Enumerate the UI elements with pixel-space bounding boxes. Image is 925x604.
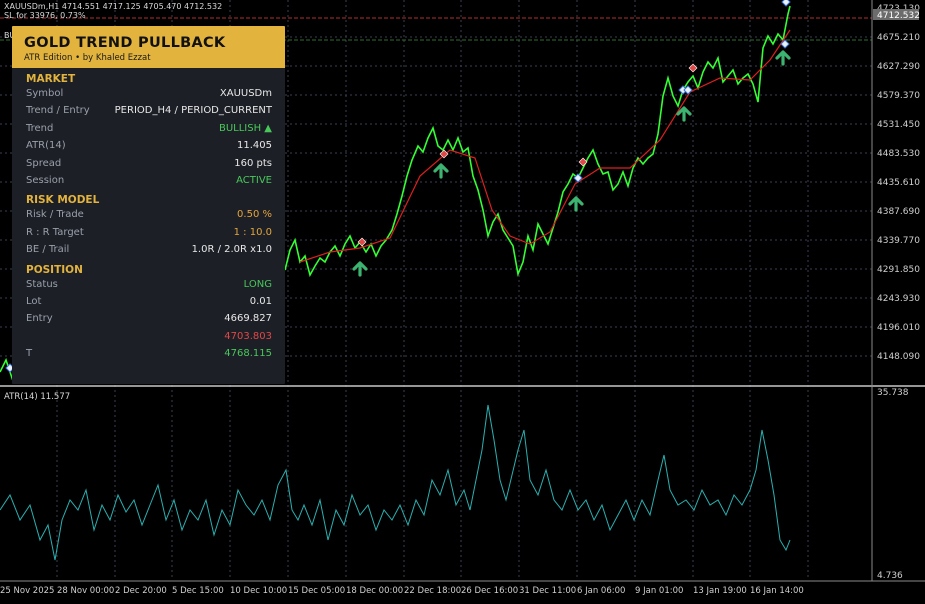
price-tick: 4531.450 bbox=[877, 120, 920, 130]
market-row: ATR(14) 11.405 bbox=[12, 137, 285, 154]
row-value: 160 pts bbox=[234, 157, 272, 169]
market-row: Trend / Entry PERIOD_H4 / PERIOD_CURRENT bbox=[12, 102, 285, 119]
risk-section-header: RISK MODEL bbox=[26, 194, 100, 207]
time-tick: 13 Jan 19:00 bbox=[693, 586, 747, 596]
time-tick: 25 Nov 2025 bbox=[0, 586, 54, 596]
position-status: LONG bbox=[243, 278, 272, 290]
time-tick: 10 Dec 10:00 bbox=[230, 586, 287, 596]
row-label: Status bbox=[26, 278, 58, 290]
time-tick: 5 Dec 15:00 bbox=[172, 586, 224, 596]
time-tick: 9 Jan 01:00 bbox=[635, 586, 683, 596]
risk-row: Risk / Trade 0.50 % bbox=[12, 206, 285, 223]
row-value: 11.405 bbox=[237, 140, 272, 152]
price-tick: 4675.210 bbox=[877, 33, 920, 43]
row-label: Lot bbox=[26, 295, 42, 307]
panel-header: GOLD TREND PULLBACK ATR Edition • by Kha… bbox=[12, 26, 285, 68]
row-label: Spread bbox=[26, 157, 62, 169]
position-row: 4703.803 bbox=[12, 328, 285, 345]
price-tick: 4435.610 bbox=[877, 178, 920, 188]
symbol-ohlc: XAUUSDm,H1 4714.551 4717.125 4705.470 47… bbox=[4, 2, 223, 11]
market-section-header: MARKET bbox=[26, 73, 76, 85]
time-axis: 25 Nov 2025 28 Nov 00:00 2 Dec 20:00 5 D… bbox=[0, 586, 804, 596]
stop-loss-value: 4703.803 bbox=[224, 330, 272, 342]
row-label: BE / Trail bbox=[26, 244, 70, 256]
indicator-axis-max: 35.738 bbox=[877, 388, 909, 398]
ea-info-panel[interactable]: GOLD TREND PULLBACK ATR Edition • by Kha… bbox=[12, 26, 285, 384]
position-row: Lot 0.01 bbox=[12, 293, 285, 310]
panel-title: GOLD TREND PULLBACK bbox=[24, 35, 226, 51]
indicator-title: ATR(14) 11.577 bbox=[4, 392, 70, 402]
take-profit-value: 4768.115 bbox=[224, 348, 272, 360]
time-tick: 26 Dec 16:00 bbox=[461, 586, 518, 596]
time-tick: 31 Dec 11:00 bbox=[519, 586, 576, 596]
row-label: ATR(14) bbox=[26, 140, 66, 152]
time-tick: 16 Jan 14:00 bbox=[750, 586, 804, 596]
price-tick: 4243.930 bbox=[877, 294, 920, 304]
session-status: ACTIVE bbox=[236, 174, 272, 186]
price-tick: 4627.290 bbox=[877, 62, 920, 72]
row-label: Risk / Trade bbox=[26, 209, 84, 221]
price-tick: 4387.690 bbox=[877, 207, 920, 217]
row-label: Trend / Entry bbox=[26, 105, 90, 117]
row-value: 1.0R / 2.0R x1.0 bbox=[191, 244, 272, 256]
market-row: Session ACTIVE bbox=[12, 172, 285, 189]
time-tick: 15 Dec 05:00 bbox=[288, 586, 345, 596]
market-row: Trend BULLISH ▲ bbox=[12, 120, 285, 137]
row-label: Symbol bbox=[26, 88, 64, 99]
time-tick: 2 Dec 20:00 bbox=[115, 586, 167, 596]
risk-row: R : R Target 1 : 10.0 bbox=[12, 224, 285, 241]
row-label: T bbox=[26, 348, 33, 360]
symbol-info: XAUUSDm,H1 4714.551 4717.125 4705.470 47… bbox=[4, 2, 222, 20]
position-row: Status LONG bbox=[12, 276, 285, 293]
current-price-label: 4712.532 bbox=[877, 11, 920, 21]
row-value: 1 : 10.0 bbox=[233, 226, 272, 238]
row-label: Entry bbox=[26, 313, 53, 325]
sl-info: SL for 33976, 0.73% bbox=[4, 11, 86, 20]
row-value: 0.50 % bbox=[237, 209, 272, 221]
time-tick: 28 Nov 00:00 bbox=[57, 586, 114, 596]
price-tick: 4196.010 bbox=[877, 323, 920, 333]
row-label: R : R Target bbox=[26, 226, 84, 238]
row-label: Session bbox=[26, 174, 65, 186]
row-value: 0.01 bbox=[249, 295, 272, 307]
risk-row: BE / Trail 1.0R / 2.0R x1.0 bbox=[12, 241, 285, 258]
time-tick: 18 Dec 00:00 bbox=[346, 586, 403, 596]
trend-status: BULLISH ▲ bbox=[218, 122, 272, 134]
time-tick: 6 Jan 06:00 bbox=[577, 586, 625, 596]
price-tick: 4483.530 bbox=[877, 149, 920, 159]
price-tick: 4291.850 bbox=[877, 265, 920, 275]
position-row: Entry 4669.827 bbox=[12, 310, 285, 327]
row-value: 4669.827 bbox=[224, 313, 272, 325]
market-row: Spread 160 pts bbox=[12, 155, 285, 172]
position-row: T 4768.115 bbox=[12, 345, 285, 362]
indicator-axis-min: 4.736 bbox=[877, 571, 903, 581]
price-tick: 4148.090 bbox=[877, 352, 920, 362]
row-value: XAUUSDm bbox=[219, 88, 272, 99]
price-tick: 4339.770 bbox=[877, 236, 920, 246]
row-label: Trend bbox=[26, 122, 54, 134]
time-tick: 22 Dec 18:00 bbox=[404, 586, 461, 596]
panel-subtitle: ATR Edition • by Khaled Ezzat bbox=[24, 53, 151, 63]
market-row: Symbol XAUUSDm bbox=[12, 85, 285, 102]
current-price-tag: 4712.532 bbox=[873, 9, 920, 21]
position-section-header: POSITION bbox=[26, 263, 83, 276]
row-value: PERIOD_H4 / PERIOD_CURRENT bbox=[114, 105, 272, 117]
price-tick: 4579.370 bbox=[877, 91, 920, 101]
